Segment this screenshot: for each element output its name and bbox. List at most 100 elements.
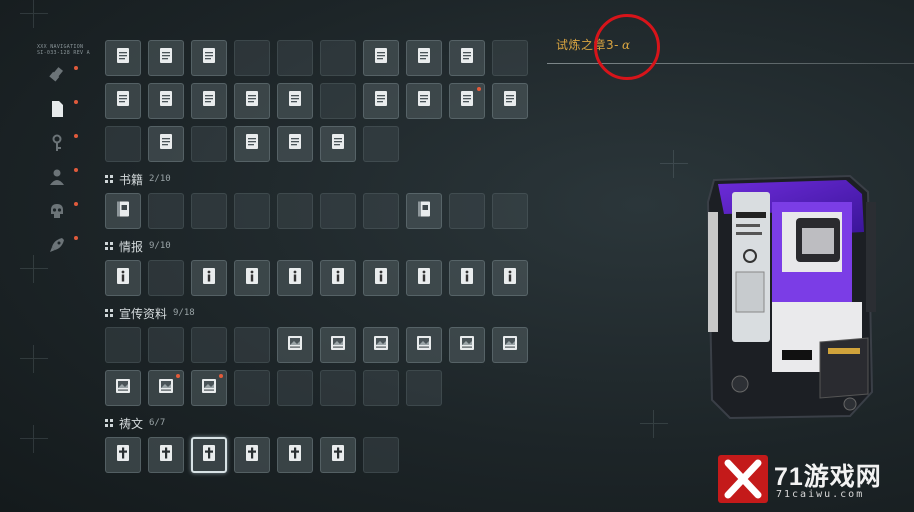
collection-item-slot[interactable] — [148, 437, 184, 473]
empty-item-slot[interactable] — [277, 370, 313, 406]
info-icon — [243, 267, 261, 289]
document-icon — [372, 90, 390, 112]
empty-item-slot[interactable] — [363, 126, 399, 162]
person-icon — [48, 168, 66, 190]
sidebar-item-key[interactable] — [40, 128, 78, 162]
collection-item-slot[interactable] — [105, 193, 141, 229]
collection-item-slot[interactable] — [449, 327, 485, 363]
collection-item-slot[interactable] — [191, 83, 227, 119]
collection-item-slot[interactable] — [234, 83, 270, 119]
document-icon — [157, 90, 175, 112]
collection-item-slot[interactable] — [449, 260, 485, 296]
empty-item-slot[interactable] — [492, 40, 528, 76]
empty-item-slot[interactable] — [277, 193, 313, 229]
collection-item-slot[interactable] — [406, 327, 442, 363]
collection-item-slot[interactable] — [277, 260, 313, 296]
sidebar-item-usb[interactable] — [40, 60, 78, 94]
collection-item-slot[interactable] — [320, 327, 356, 363]
collection-item-slot[interactable] — [191, 370, 227, 406]
empty-item-slot[interactable] — [320, 193, 356, 229]
empty-item-slot[interactable] — [234, 327, 270, 363]
collection-item-slot[interactable] — [105, 40, 141, 76]
collection-item-slot[interactable] — [105, 83, 141, 119]
collection-item-slot[interactable] — [191, 260, 227, 296]
empty-item-slot[interactable] — [277, 40, 313, 76]
empty-item-slot[interactable] — [449, 193, 485, 229]
collection-item-slot[interactable] — [234, 126, 270, 162]
collection-item-slot[interactable] — [148, 370, 184, 406]
collection-item-slot[interactable] — [148, 126, 184, 162]
empty-item-slot[interactable] — [234, 193, 270, 229]
collection-item-slot[interactable] — [492, 327, 528, 363]
document-icon — [329, 133, 347, 155]
collection-item-slot[interactable] — [406, 83, 442, 119]
collection-item-slot[interactable] — [449, 40, 485, 76]
collection-item-slot[interactable] — [277, 83, 313, 119]
collection-item-slot[interactable] — [363, 83, 399, 119]
collection-item-slot[interactable] — [191, 40, 227, 76]
document-icon — [200, 47, 218, 69]
empty-item-slot[interactable] — [320, 83, 356, 119]
document-icon — [243, 90, 261, 112]
collection-item-slot[interactable] — [191, 437, 227, 473]
collection-item-slot[interactable] — [492, 260, 528, 296]
empty-item-slot[interactable] — [234, 40, 270, 76]
collection-item-slot[interactable] — [277, 126, 313, 162]
collection-item-slot[interactable] — [234, 260, 270, 296]
book-icon — [114, 200, 132, 222]
empty-item-slot[interactable] — [191, 126, 227, 162]
collection-item-slot[interactable] — [105, 437, 141, 473]
empty-item-slot[interactable] — [105, 126, 141, 162]
document-icon — [114, 47, 132, 69]
section-count: 9/18 — [173, 308, 195, 318]
empty-item-slot[interactable] — [148, 260, 184, 296]
empty-item-slot[interactable] — [191, 327, 227, 363]
sidebar-item-skull[interactable] — [40, 196, 78, 230]
empty-item-slot[interactable] — [363, 193, 399, 229]
section-title: 书籍 — [119, 172, 144, 187]
image-icon — [372, 334, 390, 356]
empty-item-slot[interactable] — [234, 370, 270, 406]
item-preview-device — [706, 174, 876, 420]
sidebar-item-person[interactable] — [40, 162, 78, 196]
collection-item-slot[interactable] — [148, 83, 184, 119]
section-grip-icon — [105, 175, 113, 183]
sidebar-item-document[interactable] — [40, 94, 78, 128]
document-icon — [458, 47, 476, 69]
empty-item-slot[interactable] — [148, 193, 184, 229]
collection-item-slot[interactable] — [363, 327, 399, 363]
empty-item-slot[interactable] — [363, 370, 399, 406]
key-icon — [48, 134, 66, 156]
nav-header: XXX NAVIGATION SI-033-128 REV A — [37, 44, 90, 56]
collection-item-slot[interactable] — [406, 260, 442, 296]
collection-item-slot[interactable] — [320, 437, 356, 473]
collection-item-slot[interactable] — [363, 40, 399, 76]
empty-item-slot[interactable] — [148, 327, 184, 363]
collection-item-slot[interactable] — [449, 83, 485, 119]
sidebar-item-rocket[interactable] — [40, 230, 78, 264]
rocket-icon — [48, 236, 66, 258]
collection-item-slot[interactable] — [406, 40, 442, 76]
collection-item-slot[interactable] — [320, 126, 356, 162]
empty-item-slot[interactable] — [105, 327, 141, 363]
collection-item-slot[interactable] — [277, 437, 313, 473]
empty-item-slot[interactable] — [492, 193, 528, 229]
collection-item-slot[interactable] — [492, 83, 528, 119]
collection-item-slot[interactable] — [406, 193, 442, 229]
collection-item-slot[interactable] — [234, 437, 270, 473]
empty-item-slot[interactable] — [320, 40, 356, 76]
highlight-circle — [594, 14, 660, 80]
collection-item-slot[interactable] — [363, 260, 399, 296]
empty-item-slot[interactable] — [406, 370, 442, 406]
empty-item-slot[interactable] — [320, 370, 356, 406]
collection-item-slot[interactable] — [277, 327, 313, 363]
empty-item-slot[interactable] — [363, 437, 399, 473]
skull-icon — [48, 202, 66, 224]
collection-item-slot[interactable] — [105, 370, 141, 406]
collection-item-slot[interactable] — [148, 40, 184, 76]
collection-item-slot[interactable] — [105, 260, 141, 296]
info-icon — [501, 267, 519, 289]
empty-item-slot[interactable] — [191, 193, 227, 229]
collection-item-slot[interactable] — [320, 260, 356, 296]
document-icon — [458, 90, 476, 112]
